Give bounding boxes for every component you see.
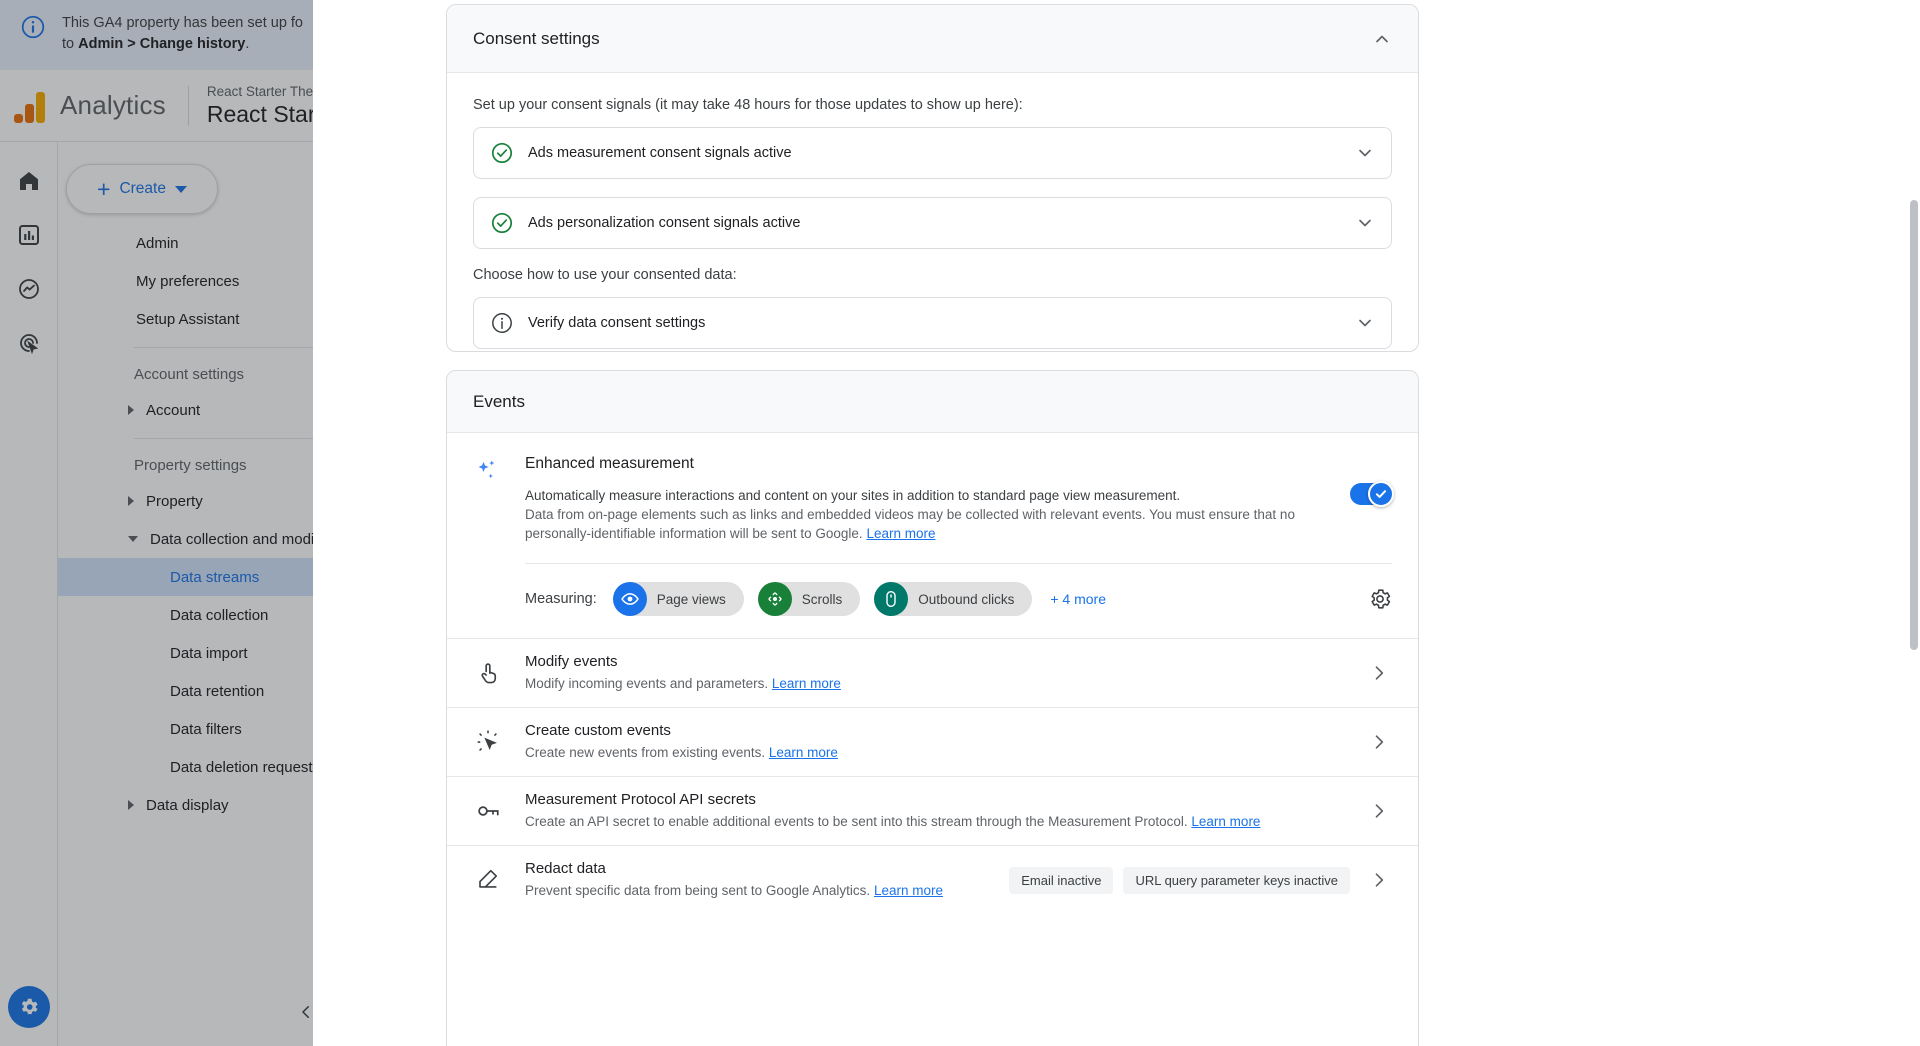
check-circle-icon	[490, 211, 520, 235]
consent-settings-title: Consent settings	[473, 29, 600, 49]
screen-root: This GA4 property has been set up fo to …	[0, 0, 1920, 1046]
chevron-right-icon[interactable]	[1366, 732, 1392, 752]
learn-more-link[interactable]: Learn more	[866, 526, 935, 541]
ads-measurement-consent-label: Ads measurement consent signals active	[520, 145, 1355, 161]
scroll-icon	[758, 582, 792, 616]
status-badge: URL query parameter keys inactive	[1123, 867, 1350, 894]
enhanced-desc-line-1: Automatically measure interactions and c…	[525, 486, 1304, 505]
list-item-measurement-protocol-api-secrets[interactable]: Measurement Protocol API secrets Create …	[447, 776, 1418, 845]
list-item-title: Measurement Protocol API secrets	[525, 791, 1366, 808]
consent-settings-card: Consent settings Set up your consent sig…	[446, 4, 1419, 352]
consent-settings-body: Set up your consent signals (it may take…	[447, 73, 1418, 377]
events-title: Events	[473, 392, 525, 412]
events-card: Events Enhanced measurement A	[446, 370, 1419, 1046]
consent-intro-text: Set up your consent signals (it may take…	[473, 97, 1392, 113]
info-circle-icon	[490, 311, 520, 335]
ads-measurement-consent-row[interactable]: Ads measurement consent signals active	[473, 127, 1392, 179]
chip-label: Outbound clicks	[918, 592, 1014, 607]
events-header: Events	[447, 371, 1418, 433]
list-item-title: Modify events	[525, 653, 1366, 670]
learn-more-link[interactable]: Learn more	[874, 883, 943, 898]
ads-personalization-consent-label: Ads personalization consent signals acti…	[520, 215, 1355, 231]
chevron-right-icon[interactable]	[1366, 801, 1392, 821]
measuring-label: Measuring:	[525, 591, 597, 607]
list-item-title: Create custom events	[525, 722, 1366, 739]
list-item-subtitle: Create an API secret to enable additiona…	[525, 814, 1260, 829]
modal-scrim[interactable]	[0, 0, 313, 1046]
list-item-text: Modify events Modify incoming events and…	[525, 653, 1366, 693]
list-item-create-custom-events[interactable]: Create custom events Create new events f…	[447, 707, 1418, 776]
more-measuring-link[interactable]: + 4 more	[1050, 591, 1106, 607]
click-icon	[473, 729, 525, 755]
chip-label: Scrolls	[802, 592, 843, 607]
enhanced-desc-line-3: personally-identifiable information will…	[525, 524, 1304, 543]
chevron-right-icon[interactable]	[1366, 663, 1392, 683]
stream-details-panel: Consent settings Set up your consent sig…	[313, 0, 1920, 1046]
enhanced-desc-line-2: Data from on-page elements such as links…	[525, 505, 1304, 524]
measuring-row: Measuring: Page views Scrolls	[447, 564, 1418, 638]
enhanced-measurement-block: Enhanced measurement Automatically measu…	[447, 433, 1418, 543]
verify-data-consent-label: Verify data consent settings	[520, 315, 1355, 331]
ads-personalization-consent-row[interactable]: Ads personalization consent signals acti…	[473, 197, 1392, 249]
chevron-down-icon[interactable]	[1355, 143, 1375, 163]
list-item-title: Redact data	[525, 860, 1009, 877]
list-item-text: Redact data Prevent specific data from b…	[525, 860, 1009, 900]
enhanced-measurement-title: Enhanced measurement	[525, 455, 1304, 473]
list-item-subtitle: Create new events from existing events. …	[525, 745, 838, 760]
learn-more-link[interactable]: Learn more	[772, 676, 841, 691]
stream-details-scroll-area: Consent settings Set up your consent sig…	[313, 0, 1920, 1046]
learn-more-link[interactable]: Learn more	[1191, 814, 1260, 829]
key-icon	[473, 798, 525, 824]
chevron-down-icon[interactable]	[1355, 313, 1375, 333]
verify-data-consent-row[interactable]: Verify data consent settings	[473, 297, 1392, 349]
enhanced-measurement-toggle-wrap	[1312, 455, 1392, 543]
chip-label: Page views	[657, 592, 726, 607]
list-item-text: Measurement Protocol API secrets Create …	[525, 791, 1366, 831]
list-item-modify-events[interactable]: Modify events Modify incoming events and…	[447, 638, 1418, 707]
consent-settings-header[interactable]: Consent settings	[447, 5, 1418, 73]
eye-icon	[613, 582, 647, 616]
gear-icon[interactable]	[1368, 587, 1392, 611]
consent-choose-text: Choose how to use your consented data:	[473, 267, 1392, 283]
enhanced-measurement-description: Automatically measure interactions and c…	[525, 486, 1304, 543]
chip-outbound-clicks[interactable]: Outbound clicks	[874, 582, 1032, 616]
chip-scrolls[interactable]: Scrolls	[758, 582, 861, 616]
panel-scrollbar[interactable]	[1910, 200, 1918, 650]
check-circle-icon	[490, 141, 520, 165]
list-item-redact-data[interactable]: Redact data Prevent specific data from b…	[447, 845, 1418, 914]
list-item-subtitle: Prevent specific data from being sent to…	[525, 883, 943, 898]
redact-data-badges: Email inactive URL query parameter keys …	[1009, 867, 1350, 894]
toggle-knob	[1368, 481, 1394, 507]
tap-icon	[473, 660, 525, 686]
chip-page-views[interactable]: Page views	[613, 582, 744, 616]
redact-icon	[473, 867, 525, 893]
mouse-icon	[874, 582, 908, 616]
enhanced-measurement-toggle[interactable]	[1350, 483, 1392, 505]
enhanced-measurement-text: Enhanced measurement Automatically measu…	[525, 455, 1312, 543]
list-item-subtitle: Modify incoming events and parameters. L…	[525, 676, 841, 691]
learn-more-link[interactable]: Learn more	[769, 745, 838, 760]
chevron-right-icon[interactable]	[1366, 870, 1392, 890]
sparkle-icon	[473, 455, 525, 543]
chevron-up-icon[interactable]	[1372, 29, 1392, 49]
status-badge: Email inactive	[1009, 867, 1113, 894]
list-item-text: Create custom events Create new events f…	[525, 722, 1366, 762]
chevron-down-icon[interactable]	[1355, 213, 1375, 233]
